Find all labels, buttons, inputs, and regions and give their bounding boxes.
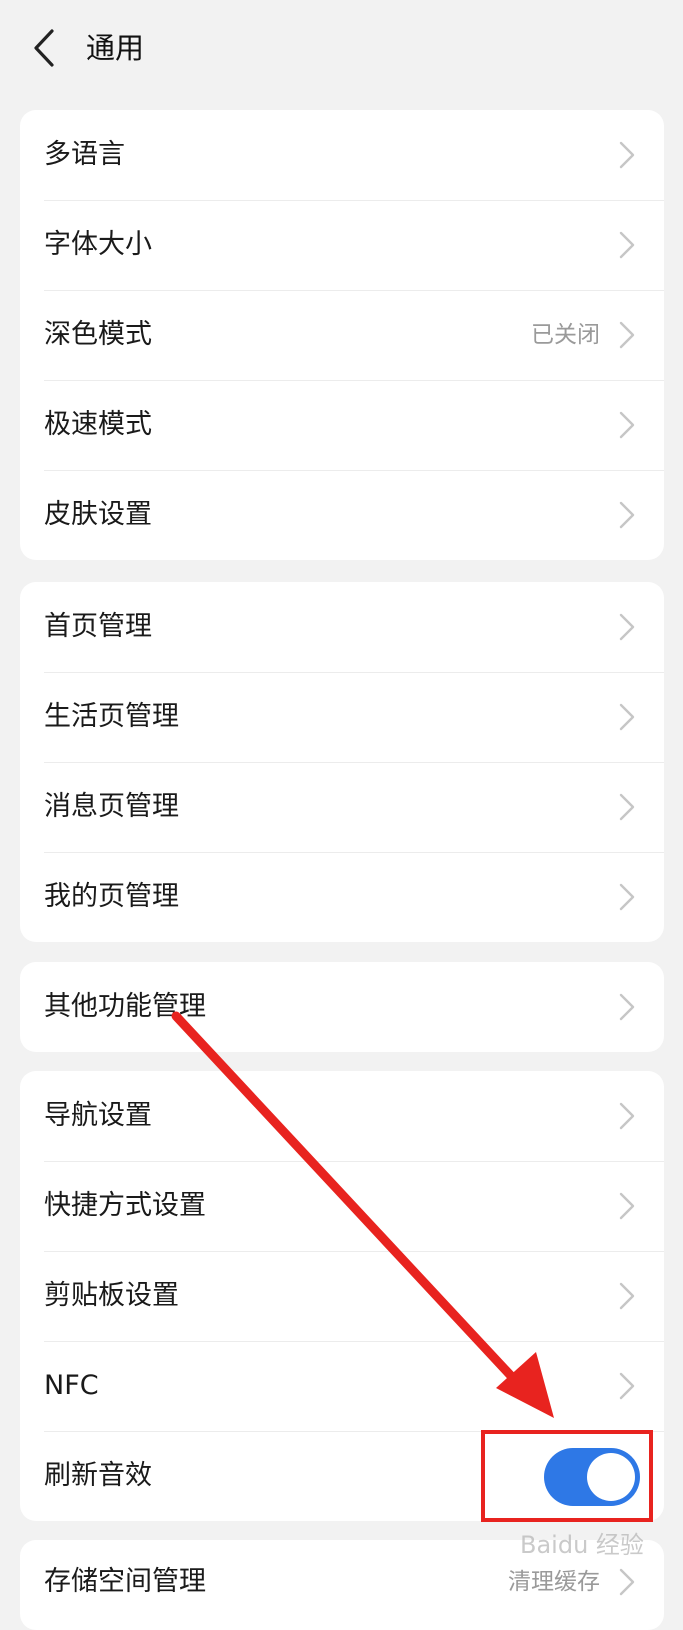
settings-item-skin[interactable]: 皮肤设置 [20,470,664,560]
settings-item-label: 导航设置 [44,1100,152,1131]
chevron-right-icon [619,1192,635,1220]
settings-item-nfc[interactable]: NFC [20,1341,664,1431]
chevron-right-icon [619,1568,635,1596]
settings-item-label: 皮肤设置 [44,499,152,530]
dark-mode-status: 已关闭 [531,322,600,348]
chevron-right-icon [619,141,635,169]
settings-item-label: 字体大小 [44,229,152,260]
settings-group-pages: 首页管理 生活页管理 消息页管理 我的页管理 [20,582,664,942]
chevron-right-icon [619,703,635,731]
settings-item-label: 深色模式 [44,319,152,350]
chevron-right-icon [619,613,635,641]
chevron-right-icon [619,1102,635,1130]
chevron-right-icon [619,1372,635,1400]
settings-item-label: 多语言 [44,139,125,170]
settings-item-label: 生活页管理 [44,701,179,732]
settings-item-label: 其他功能管理 [44,991,206,1022]
watermark-logo: Baidu 经验 [520,1531,644,1559]
chevron-left-icon [34,29,54,67]
settings-item-label: 刷新音效 [44,1460,152,1491]
settings-item-clipboard[interactable]: 剪贴板设置 [20,1251,664,1341]
settings-item-language[interactable]: 多语言 [20,110,664,200]
chevron-right-icon [619,993,635,1021]
settings-item-label: 剪贴板设置 [44,1280,179,1311]
chevron-right-icon [619,793,635,821]
chevron-right-icon [619,883,635,911]
settings-item-font-size[interactable]: 字体大小 [20,200,664,290]
settings-item-my-page[interactable]: 我的页管理 [20,852,664,942]
settings-item-label: 消息页管理 [44,791,179,822]
settings-item-shortcuts[interactable]: 快捷方式设置 [20,1161,664,1251]
chevron-right-icon [619,1282,635,1310]
chevron-right-icon [619,501,635,529]
chevron-right-icon [619,321,635,349]
settings-group-other: 其他功能管理 [20,962,664,1052]
settings-item-label: 我的页管理 [44,881,179,912]
page-title: 通用 [86,31,145,65]
settings-item-label: 存储空间管理 [44,1566,206,1597]
settings-item-message-page[interactable]: 消息页管理 [20,762,664,852]
settings-item-speed-mode[interactable]: 极速模式 [20,380,664,470]
settings-item-label: 极速模式 [44,409,152,440]
settings-item-other-features[interactable]: 其他功能管理 [20,962,664,1052]
settings-item-home-page[interactable]: 首页管理 [20,582,664,672]
annotation-highlight-box [481,1430,653,1522]
settings-item-dark-mode[interactable]: 深色模式 已关闭 [20,290,664,380]
settings-item-label: NFC [44,1370,99,1401]
settings-item-life-page[interactable]: 生活页管理 [20,672,664,762]
settings-item-navigation[interactable]: 导航设置 [20,1071,664,1161]
chevron-right-icon [619,231,635,259]
settings-group-display: 多语言 字体大小 深色模式 已关闭 极速模式 皮肤设置 [20,110,664,560]
header-bar: 通用 [0,0,683,96]
settings-item-label: 快捷方式设置 [44,1190,206,1221]
settings-item-label: 首页管理 [44,611,152,642]
back-button[interactable] [24,22,64,74]
chevron-right-icon [619,411,635,439]
